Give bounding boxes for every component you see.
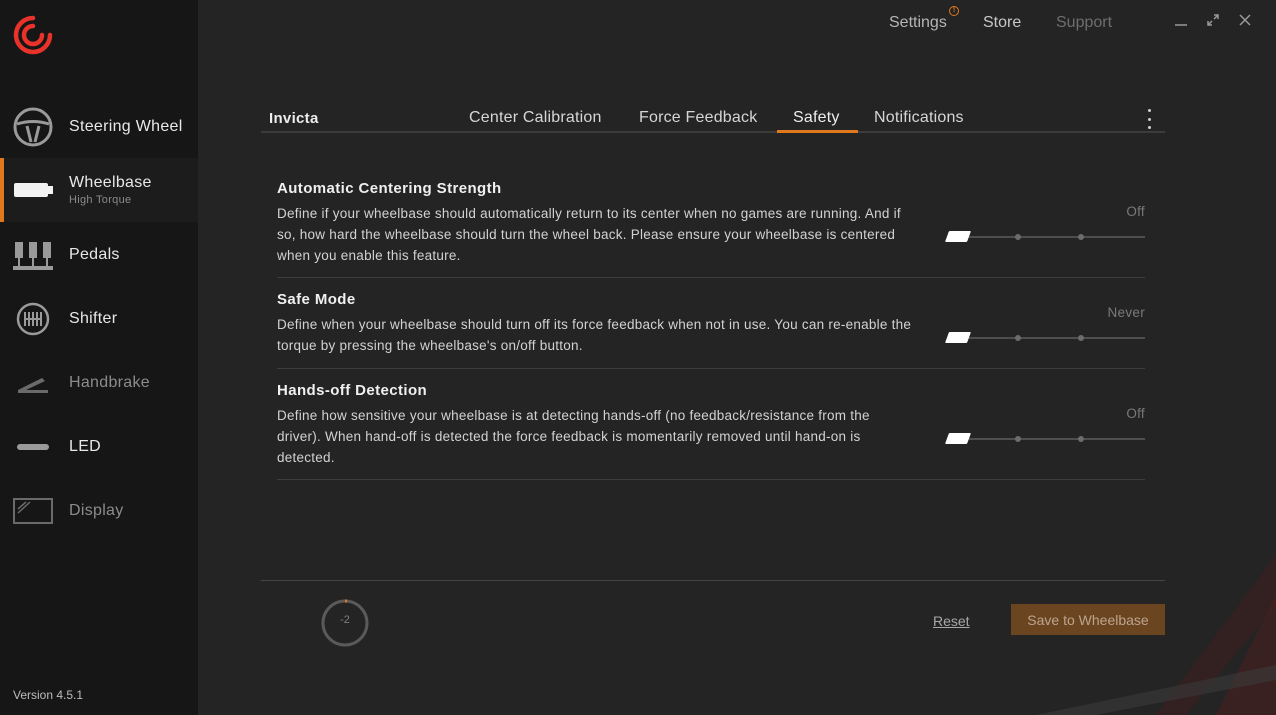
reset-link[interactable]: Reset: [933, 613, 970, 629]
setting-description: Define if your wheelbase should automati…: [277, 206, 901, 263]
sidebar-item-display[interactable]: Display: [0, 479, 198, 543]
app-version: Version 4.5.1: [13, 688, 84, 702]
hands-off-detection-slider[interactable]: [944, 432, 1145, 446]
sidebar-item-pedals[interactable]: Pedals: [0, 223, 198, 287]
tab-notifications[interactable]: Notifications: [874, 109, 964, 127]
sidebar-item-label: Steering Wheel: [69, 118, 183, 135]
row-divider: [277, 277, 1145, 278]
device-name: Invicta: [269, 110, 319, 127]
sidebar-item-sublabel: High Torque: [69, 194, 132, 206]
display-icon: [12, 490, 54, 532]
tab-force-feedback[interactable]: Force Feedback: [639, 109, 757, 127]
sidebar-item-label: Display: [69, 502, 124, 519]
save-to-wheelbase-button[interactable]: Save to Wheelbase: [1011, 604, 1165, 635]
tab-safety[interactable]: Safety: [793, 109, 840, 127]
sidebar-item-shifter[interactable]: Shifter: [0, 287, 198, 351]
setting-title: Safe Mode: [277, 291, 356, 308]
handbrake-icon: [12, 362, 54, 404]
sidebar: Steering Wheel Wheelbase High Torque Ped…: [0, 0, 198, 715]
support-link[interactable]: Support: [1056, 14, 1112, 32]
store-link[interactable]: Store: [983, 14, 1021, 32]
sidebar-item-label: Handbrake: [69, 374, 150, 391]
more-options-icon[interactable]: [1146, 109, 1152, 129]
setting-value: Off: [1126, 406, 1145, 421]
slider-step: [1015, 436, 1021, 442]
centering-strength-slider[interactable]: [944, 230, 1145, 244]
slider-step: [1015, 234, 1021, 240]
sidebar-item-wheelbase[interactable]: Wheelbase High Torque: [0, 158, 198, 222]
settings-alert-badge: !: [949, 6, 959, 16]
close-icon[interactable]: [1237, 12, 1253, 28]
settings-link[interactable]: Settings: [889, 14, 947, 32]
app-logo-icon: [12, 14, 54, 56]
sidebar-item-label: Wheelbase: [69, 174, 152, 191]
slider-step: [1015, 335, 1021, 341]
led-icon: [12, 426, 54, 468]
sidebar-item-led[interactable]: LED: [0, 415, 198, 479]
wheelbase-icon: [12, 169, 54, 211]
setting-description: Define how sensitive your wheelbase is a…: [277, 408, 870, 465]
tab-center-calibration[interactable]: Center Calibration: [469, 109, 602, 127]
slider-track: [947, 236, 1145, 238]
setting-title: Hands-off Detection: [277, 382, 428, 399]
slider-thumb[interactable]: [944, 433, 972, 444]
progress-value: -2: [340, 614, 350, 626]
slider-step: [1078, 335, 1084, 341]
pedals-icon: [12, 234, 54, 276]
sidebar-item-label: Shifter: [69, 310, 118, 327]
slider-thumb[interactable]: [944, 332, 972, 343]
sidebar-item-label: Pedals: [69, 246, 120, 263]
slider-track: [947, 438, 1145, 440]
sidebar-item-handbrake[interactable]: Handbrake: [0, 351, 198, 415]
row-divider: [277, 368, 1145, 369]
shifter-icon: [12, 298, 54, 340]
setting-value: Never: [1107, 305, 1145, 320]
slider-step: [1078, 234, 1084, 240]
safe-mode-slider[interactable]: [944, 331, 1145, 345]
main-panel: Settings ! Store Support Invicta Center …: [198, 0, 1276, 715]
sidebar-item-steering-wheel[interactable]: Steering Wheel: [0, 95, 198, 159]
tabs-divider: [261, 131, 1165, 133]
sidebar-item-label: LED: [69, 438, 102, 455]
active-tab-indicator: [777, 130, 858, 133]
steering-wheel-icon: [12, 106, 54, 148]
setting-description: Define when your wheelbase should turn o…: [277, 317, 912, 353]
footer-divider: [261, 580, 1165, 581]
maximize-icon[interactable]: [1205, 12, 1221, 28]
setting-title: Automatic Centering Strength: [277, 180, 502, 197]
setting-value: Off: [1126, 204, 1145, 219]
slider-step: [1078, 436, 1084, 442]
minimize-icon[interactable]: [1173, 12, 1189, 28]
row-divider: [277, 479, 1145, 480]
slider-track: [947, 337, 1145, 339]
slider-thumb[interactable]: [944, 231, 972, 242]
